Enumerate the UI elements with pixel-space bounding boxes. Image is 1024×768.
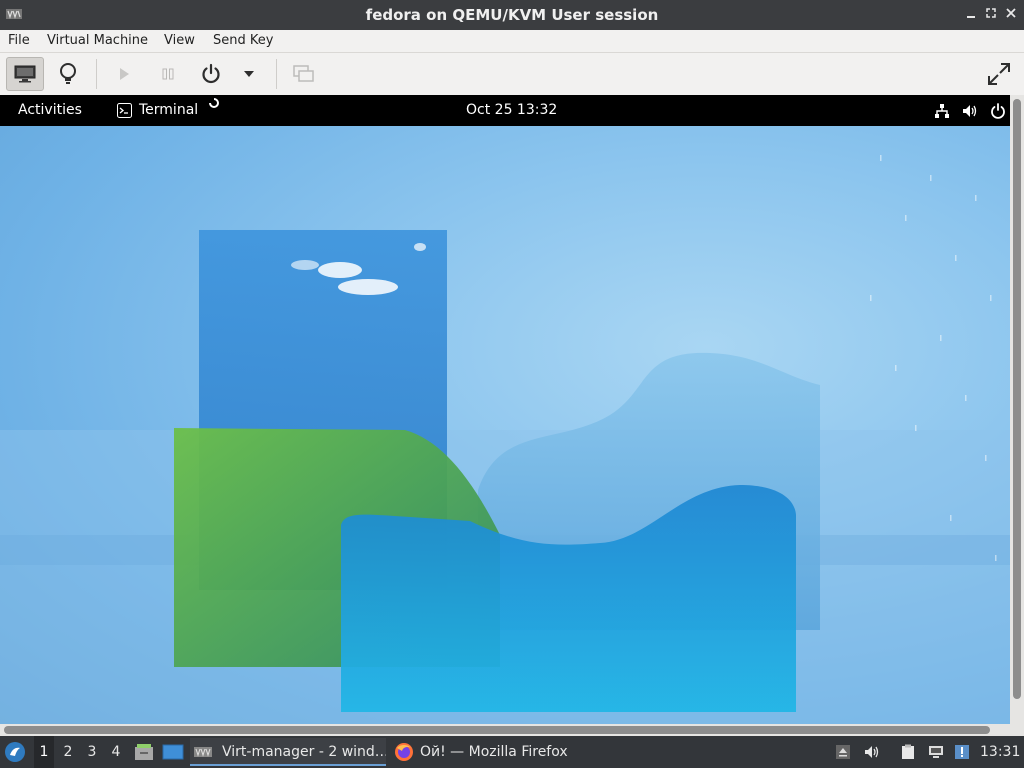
horizontal-scrollbar[interactable]	[0, 724, 1024, 736]
details-view-button[interactable]	[49, 57, 87, 91]
console-view-button[interactable]	[6, 57, 44, 91]
monitor-icon	[14, 65, 36, 83]
app-menu-terminal[interactable]: Terminal	[139, 95, 198, 126]
lightbulb-icon	[60, 63, 76, 84]
activities-button[interactable]: Activities	[18, 95, 82, 126]
volume-icon[interactable]	[864, 744, 880, 760]
workspace-1[interactable]: 1	[34, 736, 54, 768]
workspace-2[interactable]: 2	[58, 736, 78, 768]
fullscreen-icon	[988, 63, 1010, 85]
restore-button[interactable]	[982, 6, 1000, 24]
chevron-down-icon	[244, 71, 254, 77]
toolbar	[0, 53, 1024, 96]
virt-manager-icon	[194, 747, 212, 757]
vertical-scrollbar[interactable]	[1010, 95, 1024, 724]
notification-icon[interactable]	[954, 744, 970, 760]
show-desktop-icon[interactable]	[162, 744, 184, 760]
workspace-3[interactable]: 3	[82, 736, 102, 768]
window-title: fedora on QEMU/KVM User session	[365, 6, 659, 24]
minimize-button[interactable]	[962, 6, 980, 24]
eject-icon[interactable]	[835, 744, 851, 760]
clipboard-icon[interactable]	[900, 744, 916, 760]
minimize-icon	[967, 16, 975, 18]
terminal-icon	[117, 103, 132, 118]
menu-file[interactable]: File	[8, 30, 30, 52]
close-button[interactable]	[1002, 6, 1020, 24]
menu-view[interactable]: View	[164, 30, 195, 52]
menu-virtual-machine[interactable]: Virtual Machine	[47, 30, 148, 52]
network-icon[interactable]	[928, 744, 944, 760]
play-icon	[120, 68, 129, 80]
toolbar-separator	[276, 59, 277, 89]
task-label: Ой! — Mozilla Firefox	[420, 744, 568, 760]
window-titlebar[interactable]: fedora on QEMU/KVM User session	[0, 0, 1024, 30]
start-menu-icon[interactable]	[4, 741, 26, 763]
toolbar-separator	[96, 59, 97, 89]
snapshot-icon	[293, 65, 314, 82]
pause-icon	[162, 68, 174, 80]
fullscreen-button[interactable]	[980, 57, 1018, 91]
power-icon	[202, 63, 220, 84]
horizontal-scrollbar-thumb[interactable]	[4, 726, 990, 734]
firefox-icon	[395, 743, 413, 761]
host-clock[interactable]: 13:31	[980, 736, 1020, 768]
host-taskbar: 1 2 3 4 Virt-manager - 2 wind… Ой! — Moz…	[0, 736, 1024, 768]
guest-clock[interactable]: Oct 25 13:32	[466, 95, 557, 126]
file-manager-icon[interactable]	[134, 743, 154, 761]
task-firefox[interactable]: Ой! — Mozilla Firefox	[388, 738, 588, 766]
close-icon	[1006, 8, 1016, 18]
power-icon[interactable]	[990, 103, 1006, 119]
loading-spinner-icon	[209, 98, 219, 108]
task-label: Virt-manager - 2 wind…	[222, 744, 386, 760]
wallpaper-art	[0, 155, 1010, 724]
restore-icon	[986, 8, 996, 18]
vm-console-display[interactable]: Activities Terminal Oct 25 13:32	[0, 95, 1010, 724]
guest-top-bar: Activities Terminal Oct 25 13:32	[0, 95, 1010, 126]
menubar: File Virtual Machine View Send Key	[0, 30, 1024, 53]
run-button[interactable]	[105, 57, 143, 91]
vertical-scrollbar-thumb[interactable]	[1013, 99, 1021, 699]
task-virt-manager[interactable]: Virt-manager - 2 wind…	[190, 738, 386, 766]
shutdown-menu-button[interactable]	[231, 57, 267, 91]
shutdown-button[interactable]	[192, 57, 230, 91]
pause-button[interactable]	[149, 57, 187, 91]
volume-icon[interactable]	[962, 103, 978, 119]
menu-send-key[interactable]: Send Key	[213, 30, 273, 52]
snapshots-button[interactable]	[285, 57, 323, 91]
network-icon[interactable]	[934, 103, 950, 119]
workspace-4[interactable]: 4	[106, 736, 126, 768]
